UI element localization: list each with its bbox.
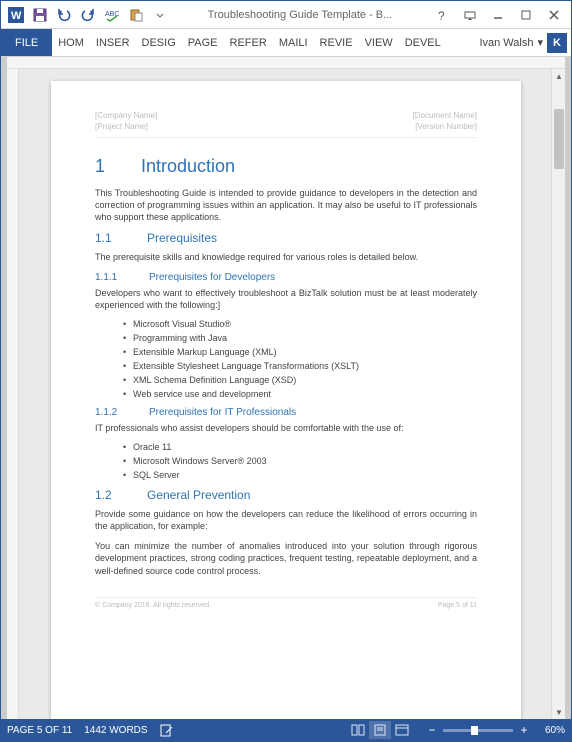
window-controls: ? — [429, 5, 567, 25]
footer-copyright: © Company 2016. All rights reserved. — [95, 602, 211, 609]
tab-page-layout[interactable]: PAGE — [182, 29, 224, 56]
heading-1-text: Introduction — [141, 156, 235, 177]
ribbon-tabs: HOM INSER DESIG PAGE REFER MAILI REVIE V… — [52, 29, 475, 56]
status-bar: PAGE 5 OF 11 1442 WORDS − + 60% — [1, 719, 571, 741]
status-page[interactable]: PAGE 5 OF 11 — [7, 725, 72, 736]
heading-11-number: 1.1 — [95, 231, 119, 245]
scroll-thumb[interactable] — [554, 109, 564, 169]
heading-12: 1.2 General Prevention — [95, 488, 477, 502]
heading-112-number: 1.1.2 — [95, 407, 125, 418]
s11-paragraph: The prerequisite skills and knowledge re… — [95, 251, 477, 263]
read-mode-icon[interactable] — [347, 721, 369, 739]
paste-icon[interactable] — [125, 4, 147, 26]
ribbon-options-icon[interactable] — [457, 5, 483, 25]
footer-page: Page 5 of 11 — [438, 602, 477, 609]
qat-customize-icon[interactable] — [149, 4, 171, 26]
list-item: Oracle 11 — [123, 442, 477, 452]
heading-111: 1.1.1 Prerequisites for Developers — [95, 272, 477, 283]
tab-insert[interactable]: INSER — [90, 29, 136, 56]
header-version: [Version Number] — [413, 122, 477, 131]
tab-developer[interactable]: DEVEL — [399, 29, 447, 56]
heading-11-text: Prerequisites — [147, 231, 217, 245]
list-item: Programming with Java — [123, 333, 477, 343]
file-tab[interactable]: FILE — [1, 29, 52, 56]
tab-mailings[interactable]: MAILI — [273, 29, 314, 56]
heading-1-number: 1 — [95, 156, 113, 177]
intro-paragraph: This Troubleshooting Guide is intended t… — [95, 187, 477, 223]
close-icon[interactable] — [541, 5, 567, 25]
chevron-down-icon: ▾ — [537, 36, 543, 49]
list-item: Web service use and development — [123, 389, 477, 399]
zoom-thumb[interactable] — [471, 726, 478, 735]
list-item: Microsoft Visual Studio® — [123, 319, 477, 329]
page-header: [Company Name] [Project Name] [Document … — [95, 111, 477, 138]
heading-111-number: 1.1.1 — [95, 272, 125, 283]
word-app-icon[interactable]: W — [5, 4, 27, 26]
heading-1: 1 Introduction — [95, 156, 477, 177]
ruler-vertical[interactable] — [7, 69, 19, 719]
ruler-horizontal[interactable] — [7, 57, 565, 69]
header-company: [Company Name] — [95, 111, 157, 120]
heading-11: 1.1 Prerequisites — [95, 231, 477, 245]
list-item: Extensible Markup Language (XML) — [123, 347, 477, 357]
undo-icon[interactable] — [53, 4, 75, 26]
list-item: Extensible Stylesheet Language Transform… — [123, 361, 477, 371]
s111-paragraph: Developers who want to effectively troub… — [95, 287, 477, 311]
s12-paragraph-2: You can minimize the number of anomalies… — [95, 540, 477, 576]
scroll-down-icon[interactable]: ▼ — [552, 705, 566, 719]
zoom-slider[interactable] — [443, 729, 513, 732]
web-layout-icon[interactable] — [391, 721, 413, 739]
heading-112-text: Prerequisites for IT Professionals — [149, 407, 296, 418]
tab-design[interactable]: DESIG — [136, 29, 182, 56]
zoom-control: − + 60% — [425, 723, 565, 737]
heading-112: 1.1.2 Prerequisites for IT Professionals — [95, 407, 477, 418]
status-proofing-icon[interactable] — [160, 723, 174, 737]
scroll-up-icon[interactable]: ▲ — [552, 69, 566, 83]
heading-12-number: 1.2 — [95, 488, 119, 502]
page-footer: © Company 2016. All rights reserved. Pag… — [95, 597, 477, 609]
title-bar: W ABC Troubleshooting Guide Template - B… — [1, 1, 571, 29]
svg-text:W: W — [11, 10, 22, 22]
tab-home[interactable]: HOM — [52, 29, 90, 56]
view-buttons — [347, 721, 413, 739]
zoom-in-button[interactable]: + — [517, 723, 531, 737]
list-item: XML Schema Definition Language (XSD) — [123, 375, 477, 385]
s112-paragraph: IT professionals who assist developers s… — [95, 422, 477, 434]
help-icon[interactable]: ? — [429, 5, 455, 25]
list-item: SQL Server — [123, 470, 477, 480]
heading-111-text: Prerequisites for Developers — [149, 272, 275, 283]
s111-list: Microsoft Visual Studio® Programming wit… — [123, 319, 477, 399]
maximize-icon[interactable] — [513, 5, 539, 25]
spelling-icon[interactable]: ABC — [101, 4, 123, 26]
user-name: Ivan Walsh — [479, 37, 533, 49]
redo-icon[interactable] — [77, 4, 99, 26]
window-title: Troubleshooting Guide Template - B... — [171, 9, 429, 21]
svg-text:?: ? — [438, 9, 445, 21]
header-docname: [Document Name] — [413, 111, 477, 120]
ribbon: FILE HOM INSER DESIG PAGE REFER MAILI RE… — [1, 29, 571, 57]
status-words[interactable]: 1442 WORDS — [84, 725, 147, 736]
header-project: [Project Name] — [95, 122, 157, 131]
save-icon[interactable] — [29, 4, 51, 26]
quick-access-toolbar: W ABC — [5, 4, 171, 26]
heading-12-text: General Prevention — [147, 488, 250, 502]
vertical-scrollbar[interactable]: ▲ ▼ — [551, 69, 565, 719]
user-account[interactable]: Ivan Walsh ▾ K — [475, 29, 571, 56]
tab-view[interactable]: VIEW — [359, 29, 399, 56]
zoom-out-button[interactable]: − — [425, 723, 439, 737]
minimize-icon[interactable] — [485, 5, 511, 25]
print-layout-icon[interactable] — [369, 721, 391, 739]
document-page[interactable]: [Company Name] [Project Name] [Document … — [51, 81, 521, 719]
s112-list: Oracle 11 Microsoft Windows Server® 2003… — [123, 442, 477, 480]
zoom-level[interactable]: 60% — [535, 725, 565, 736]
user-badge: K — [547, 33, 567, 53]
s12-paragraph-1: Provide some guidance on how the develop… — [95, 508, 477, 532]
list-item: Microsoft Windows Server® 2003 — [123, 456, 477, 466]
tab-review[interactable]: REVIE — [314, 29, 359, 56]
document-canvas: [Company Name] [Project Name] [Document … — [1, 57, 571, 719]
tab-references[interactable]: REFER — [224, 29, 273, 56]
